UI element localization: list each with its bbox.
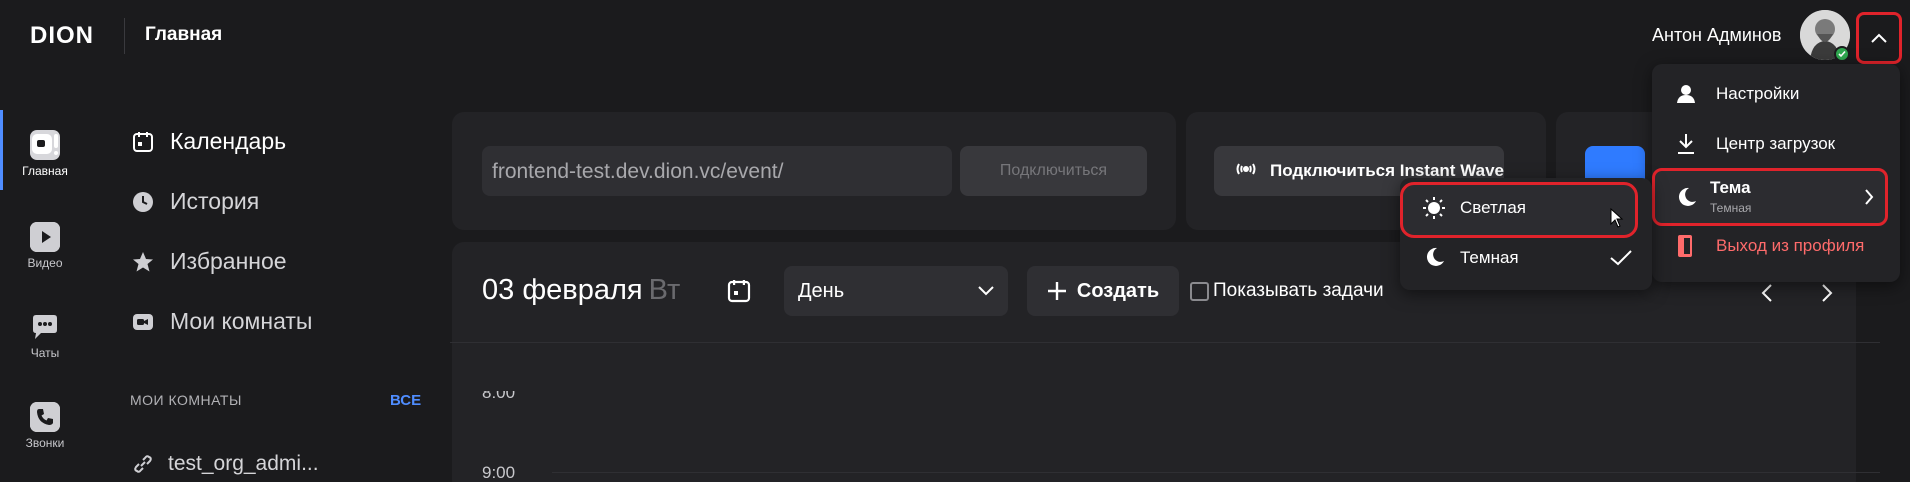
nav-item-calendar[interactable]: Календарь	[132, 128, 286, 155]
nav-label: История	[170, 188, 260, 214]
menu-item-logout[interactable]: Выход из профиля	[1676, 235, 1865, 257]
theme-option-label[interactable]: Темная	[1460, 248, 1519, 268]
time-label: 9:00	[482, 463, 516, 482]
prev-day-button[interactable]	[1752, 278, 1782, 308]
rail-item-home[interactable]: Главная	[10, 130, 80, 178]
chat-icon	[30, 312, 60, 342]
calendar-icon	[132, 131, 154, 153]
wave-icon	[1234, 157, 1258, 186]
chevron-up-icon	[1871, 33, 1887, 43]
chevron-down-icon	[978, 286, 994, 296]
menu-item-downloads[interactable]: Центр загрузок	[1676, 134, 1835, 154]
menu-item-settings[interactable]: Настройки	[1676, 84, 1799, 104]
phone-icon	[30, 402, 60, 432]
chevron-right-icon	[1864, 188, 1874, 211]
view-mode-select[interactable]: День	[784, 266, 1008, 316]
time-label-text: 8:00	[482, 391, 516, 402]
time-label: 8:00	[482, 391, 515, 403]
menu-label: Выход из профиля	[1716, 236, 1865, 255]
create-label: Создать	[1076, 279, 1160, 302]
nav-item-history[interactable]: История	[132, 188, 259, 215]
grid-divider	[450, 342, 1880, 343]
clock-icon	[132, 191, 154, 213]
show-tasks-label[interactable]: Показывать задачи	[1213, 280, 1384, 302]
rail-label: Чаты	[30, 346, 60, 360]
moon-icon	[1426, 247, 1444, 266]
rooms-all-link[interactable]: ВСЕ	[390, 392, 421, 409]
header-divider	[124, 18, 125, 54]
star-icon	[132, 251, 154, 273]
nav-item-favorites[interactable]: Избранное	[132, 248, 287, 275]
my-rooms-heading: МОИ КОМНАТЫ	[130, 392, 242, 408]
sun-icon	[1422, 196, 1446, 225]
theme-current-value: Темная	[1710, 201, 1752, 215]
rail-item-video[interactable]: Видео	[10, 222, 80, 270]
nav-label: Мои комнаты	[170, 308, 313, 334]
rail-label: Видео	[27, 256, 63, 270]
checkmark-icon	[1610, 250, 1632, 271]
page-title: Главная	[145, 24, 223, 45]
profile-menu-toggle-button[interactable]	[1856, 12, 1902, 64]
rail-active-indicator	[0, 110, 3, 190]
event-link-input[interactable]: frontend-test.dev.dion.vc/event/	[482, 146, 952, 196]
chevron-left-icon	[1761, 284, 1772, 302]
mouse-cursor-icon	[1610, 207, 1624, 233]
chevron-right-icon	[1822, 284, 1833, 302]
nav-label: Избранное	[170, 248, 287, 274]
camera-icon	[132, 311, 154, 333]
theme-label: Тема	[1710, 178, 1751, 197]
user-name[interactable]: Антон Админов	[1652, 25, 1781, 46]
create-event-button[interactable]: Создать	[1027, 266, 1179, 316]
logout-icon	[1676, 235, 1696, 257]
current-date: 03 февраля Вт	[482, 274, 680, 307]
rail-item-chats[interactable]: Чаты	[10, 312, 80, 360]
date-label: 03 февраля	[482, 274, 643, 306]
calendar-icon	[727, 280, 751, 303]
connect-button[interactable]: Подключиться	[960, 146, 1147, 196]
link-icon	[132, 453, 154, 475]
theme-option-dark[interactable]	[1424, 246, 1446, 273]
user-icon	[1676, 84, 1696, 104]
dion-logo[interactable]: DION	[30, 22, 94, 50]
rail-label: Главная	[22, 164, 68, 178]
view-mode-value: День	[798, 279, 845, 302]
moon-icon	[1676, 186, 1698, 213]
plus-icon	[1047, 282, 1066, 300]
room-label: test_org_admi...	[168, 452, 319, 475]
next-day-button[interactable]	[1812, 278, 1842, 308]
hour-line	[552, 472, 1880, 473]
video-icon	[30, 222, 60, 252]
online-status-icon	[1834, 46, 1850, 62]
room-item[interactable]: test_org_admi...	[132, 452, 319, 476]
nav-label: Календарь	[170, 128, 287, 154]
weekday-label: Вт	[648, 274, 681, 306]
show-tasks-checkbox[interactable]	[1190, 282, 1209, 301]
menu-label: Настройки	[1716, 84, 1800, 103]
home-icon	[30, 130, 60, 160]
date-picker-button[interactable]	[726, 278, 752, 304]
rail-item-calls[interactable]: Звонки	[10, 402, 80, 450]
nav-item-my-rooms[interactable]: Мои комнаты	[132, 308, 312, 335]
rail-label: Звонки	[25, 436, 65, 450]
menu-label: Центр загрузок	[1716, 134, 1836, 153]
download-icon	[1676, 134, 1696, 154]
theme-option-label: Светлая	[1460, 198, 1526, 217]
